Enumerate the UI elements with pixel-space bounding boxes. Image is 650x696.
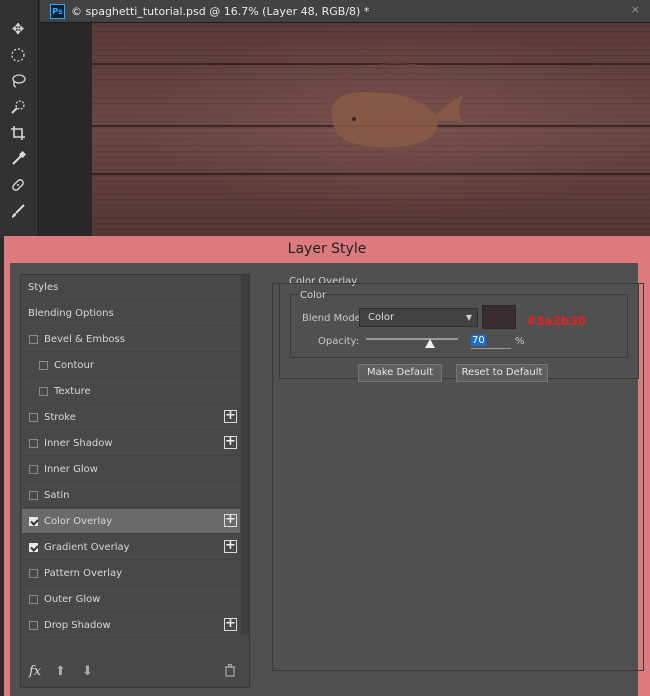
style-item-label: Color Overlay [44,515,113,527]
document-tab-bar: Ps © spaghetti_tutorial.psd @ 16.7% (Lay… [40,0,650,23]
style-item-label: Gradient Overlay [44,541,130,553]
bevel-emboss-checkbox[interactable] [29,334,38,344]
style-item-label: Bevel & Emboss [44,333,125,345]
style-item-blending-options[interactable]: Blending Options [22,301,240,326]
opacity-value: 70 [471,335,486,346]
style-item-inner-shadow[interactable]: Inner Shadow + [22,431,240,456]
hex-color-annotation: #3a2b30 [526,314,587,328]
style-item-label: Contour [54,359,94,371]
lasso-tool-icon[interactable] [7,70,29,92]
pattern-overlay-checkbox[interactable] [29,568,38,578]
style-item-label: Satin [44,489,70,501]
chevron-down-icon: ▼ [465,313,472,322]
add-gradient-overlay-plus-icon[interactable]: + [224,539,237,553]
add-color-overlay-plus-icon[interactable]: + [224,513,237,527]
document-canvas[interactable] [92,23,650,236]
styles-scrollbar[interactable] [241,275,249,635]
move-down-icon[interactable]: ⬇ [82,664,93,679]
make-default-button[interactable]: Make Default [358,364,442,382]
styles-footer: fx ⬆ ⬇ [21,658,249,686]
style-item-pattern-overlay[interactable]: Pattern Overlay [22,561,240,586]
style-item-label: Pattern Overlay [44,567,123,579]
opacity-slider-thumb[interactable] [425,339,436,348]
move-tool-icon[interactable]: ✥ [7,18,29,40]
style-item-color-overlay[interactable]: Color Overlay + [22,509,240,534]
tools-panel: ✥ [0,0,39,238]
inner-shadow-checkbox[interactable] [29,438,38,448]
opacity-unit: % [515,336,525,347]
style-item-label: Stroke [44,411,76,423]
opacity-label: Opacity: [318,336,360,347]
dialog-title: Layer Style [287,241,367,257]
style-item-bevel-emboss[interactable]: Bevel & Emboss [22,327,240,352]
color-group-title: Color [300,290,327,301]
add-stroke-plus-icon[interactable]: + [224,409,237,423]
opacity-slider-track[interactable] [366,338,458,340]
satin-checkbox[interactable] [29,490,38,500]
style-item-contour[interactable]: Contour [22,353,240,378]
outer-glow-checkbox[interactable] [29,594,38,604]
overlay-color-swatch[interactable] [482,305,516,329]
color-overlay-checkbox[interactable] [29,516,38,526]
add-inner-shadow-plus-icon[interactable]: + [224,435,237,449]
pasteboard [40,23,650,236]
style-item-stroke[interactable]: Stroke + [22,405,240,430]
style-item-drop-shadow[interactable]: Drop Shadow + [22,613,240,638]
texture-checkbox[interactable] [39,386,48,396]
document-tab[interactable]: Ps © spaghetti_tutorial.psd @ 16.7% (Lay… [46,2,379,21]
opacity-input[interactable]: 70 [471,335,511,349]
style-item-texture[interactable]: Texture [22,379,240,404]
drop-shadow-checkbox[interactable] [29,620,38,630]
add-drop-shadow-plus-icon[interactable]: + [224,617,237,631]
style-item-label: Outer Glow [44,593,101,605]
style-item-inner-glow[interactable]: Inner Glow [22,457,240,482]
style-item-outer-glow[interactable]: Outer Glow [22,587,240,612]
healing-brush-tool-icon[interactable] [7,174,29,196]
crop-tool-icon[interactable] [7,122,29,144]
blend-mode-value: Color [368,312,395,323]
blend-mode-select[interactable]: Color ▼ [359,308,478,327]
brush-tool-icon[interactable] [7,200,29,222]
move-up-icon[interactable]: ⬆ [55,664,66,679]
close-tab-icon[interactable]: × [631,3,640,16]
trash-icon[interactable] [224,664,236,681]
reset-to-default-button[interactable]: Reset to Default [456,364,548,382]
document-title: © spaghetti_tutorial.psd @ 16.7% (Layer … [71,5,370,18]
eyedropper-tool-icon[interactable] [7,148,29,170]
stroke-checkbox[interactable] [29,412,38,422]
style-item-label: Texture [54,385,91,397]
contour-checkbox[interactable] [39,360,48,370]
style-item-label: Drop Shadow [44,619,111,631]
quick-selection-tool-icon[interactable] [7,96,29,118]
style-item-styles[interactable]: Styles [22,275,240,300]
style-item-satin[interactable]: Satin [22,483,240,508]
dialog-body: Styles Blending Options Bevel & Emboss C… [10,263,644,696]
style-item-label: Blending Options [28,307,114,319]
styles-list: Styles Blending Options Bevel & Emboss C… [20,274,250,688]
style-item-gradient-overlay[interactable]: Gradient Overlay + [22,535,240,560]
inner-glow-checkbox[interactable] [29,464,38,474]
photoshop-icon: Ps [50,4,65,19]
style-item-label: Inner Shadow [44,437,113,449]
marquee-tool-icon[interactable] [7,44,29,66]
fx-icon[interactable]: fx [29,664,41,679]
blend-mode-label: Blend Mode: [302,313,365,324]
layer-style-dialog: Layer Style Styles Blending Options Beve… [4,236,650,696]
style-item-label: Styles [28,281,59,293]
style-item-label: Inner Glow [44,463,98,475]
whale-logo-image [316,63,464,173]
gradient-overlay-checkbox[interactable] [29,542,38,552]
